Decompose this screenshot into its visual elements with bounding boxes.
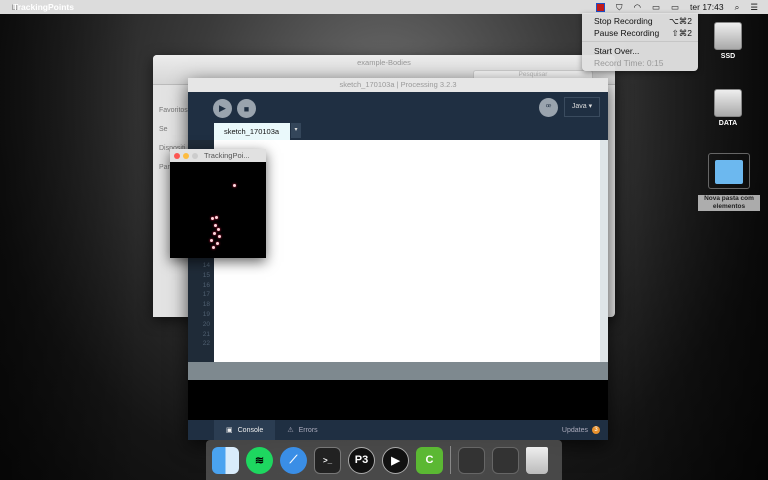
menu-item-pause-recording[interactable]: Pause Recording ⇧⌘2 xyxy=(582,27,698,39)
updates-button[interactable]: Updates 3 xyxy=(562,426,608,434)
menu-bar:  TrackingPoints ⛉ ◠ ▭ ▭ ter 17:43 ⌕ ☰ xyxy=(0,0,768,14)
line-number: 21 xyxy=(202,330,210,338)
menu-item-start-over[interactable]: Start Over... xyxy=(582,45,698,57)
window-title: sketch_170103a | Processing 3.2.3 xyxy=(188,78,608,92)
tab-label: Console xyxy=(237,426,264,434)
tracked-point xyxy=(212,246,215,249)
errors-tab[interactable]: ⚠ Errors xyxy=(275,420,329,440)
console-tab[interactable]: ▣ Console xyxy=(214,420,276,440)
tab-label: Errors xyxy=(298,426,318,434)
line-number: 18 xyxy=(202,301,210,309)
clock[interactable]: ter 17:43 xyxy=(690,2,724,12)
shield-icon[interactable]: ⛉ xyxy=(616,2,622,13)
dock-terminal-icon[interactable]: >_ xyxy=(314,446,341,474)
dock-safari-icon[interactable]: ⟋ xyxy=(280,446,307,474)
line-number: 14 xyxy=(202,262,210,269)
icon-label: DATA xyxy=(718,120,738,127)
menu-item-record-time: Record Time: 0:15 xyxy=(582,57,698,69)
dock-trash-icon[interactable] xyxy=(526,446,548,474)
zoom-button[interactable] xyxy=(192,152,198,159)
desktop-icon-data[interactable]: DATA xyxy=(706,89,750,127)
dock-window-thumbnail[interactable] xyxy=(458,446,485,474)
mode-select[interactable]: Java ▾ xyxy=(564,97,600,117)
console-output xyxy=(188,380,608,420)
tracked-point xyxy=(216,242,219,245)
dock-window-thumbnail[interactable] xyxy=(492,446,519,474)
tracked-point xyxy=(214,224,217,227)
dock-processing-icon[interactable]: P3 xyxy=(348,446,375,474)
line-number: 15 xyxy=(202,271,210,279)
disk-icon xyxy=(714,22,742,50)
label: Stop Recording xyxy=(594,16,653,26)
label: Record Time: 0:15 xyxy=(594,57,664,68)
icon-label: SSD xyxy=(720,53,736,60)
warning-icon: ⚠ xyxy=(287,427,294,434)
dock-separator xyxy=(450,446,451,474)
list-icon[interactable]: ☰ xyxy=(750,2,758,13)
line-number: 20 xyxy=(202,320,210,328)
desktop-icon-ssd[interactable]: SSD xyxy=(706,22,750,60)
battery-icon[interactable]: ▭ xyxy=(671,2,679,13)
search-icon[interactable]: ⌕ xyxy=(735,2,740,13)
icon-label: Nova pasta com elementos xyxy=(698,195,760,211)
finder-title: example-Bodies xyxy=(357,58,411,67)
airplay-icon[interactable]: ▭ xyxy=(652,2,660,13)
disk-icon xyxy=(714,89,742,117)
line-number: 19 xyxy=(202,310,210,318)
menu-separator xyxy=(582,41,698,42)
stop-button[interactable]: ■ xyxy=(237,99,256,118)
processing-window: sketch_170103a | Processing 3.2.3 ▶ ■ ꟹ … xyxy=(188,78,608,440)
close-button[interactable] xyxy=(174,152,180,159)
line-number: 17 xyxy=(202,291,210,299)
label: Start Over... xyxy=(594,46,640,56)
run-button[interactable]: ▶ xyxy=(213,99,232,118)
tracked-point xyxy=(210,239,213,242)
folder-icon xyxy=(708,153,750,189)
line-number: 22 xyxy=(202,340,210,348)
tab-menu-button[interactable]: ▾ xyxy=(291,123,301,138)
footer-bar: ▣ Console ⚠ Errors Updates 3 xyxy=(188,420,608,440)
dock-player-icon[interactable]: ▶ xyxy=(382,446,409,474)
label: Pause Recording xyxy=(594,27,660,38)
tab-sketch[interactable]: sketch_170103a xyxy=(214,123,290,140)
tracked-point xyxy=(215,216,218,219)
console-icon: ▣ xyxy=(226,427,233,434)
tracked-point xyxy=(218,235,221,238)
line-number: 16 xyxy=(202,281,210,289)
processing-toolbar: ▶ ■ ꟹ Java ▾ sketch_170103a ▾ xyxy=(188,92,608,140)
window-title: TrackingPoi... xyxy=(204,151,250,160)
tracked-point xyxy=(233,184,236,187)
sketch-canvas xyxy=(170,162,266,258)
app-menu-name[interactable]: TrackingPoints xyxy=(13,0,74,21)
minimize-button[interactable] xyxy=(183,152,189,159)
dock-finder-icon[interactable] xyxy=(212,446,239,474)
shortcut: ⌥⌘2 xyxy=(668,16,692,26)
tracked-point xyxy=(217,228,220,231)
recording-menu: Stop Recording ⌥⌘2 Pause Recording ⇧⌘2 Sta… xyxy=(582,13,698,71)
wifi-icon[interactable]: ◠ xyxy=(634,2,641,13)
recording-icon[interactable] xyxy=(596,2,606,12)
updates-label: Updates xyxy=(561,426,588,434)
tracked-point xyxy=(211,217,214,220)
editor-scrollbar[interactable] xyxy=(600,140,608,362)
debug-mode-button[interactable]: ꟹ xyxy=(539,98,558,117)
tracking-points-window: TrackingPoi... xyxy=(170,149,266,258)
dock-spotify-icon[interactable]: ≋ xyxy=(246,446,273,474)
dock-camtasia-icon[interactable]: C xyxy=(416,446,443,474)
desktop-icon-folder[interactable]: Nova pasta com elementos xyxy=(698,153,760,211)
message-area xyxy=(188,362,608,380)
menu-item-stop-recording[interactable]: Stop Recording ⌥⌘2 xyxy=(582,15,698,27)
tracked-point xyxy=(213,232,216,235)
shortcut: ⇧⌘2 xyxy=(671,27,692,38)
dock: ≋ ⟋ >_ P3 ▶ C xyxy=(206,440,562,480)
updates-badge: 3 xyxy=(592,426,600,434)
